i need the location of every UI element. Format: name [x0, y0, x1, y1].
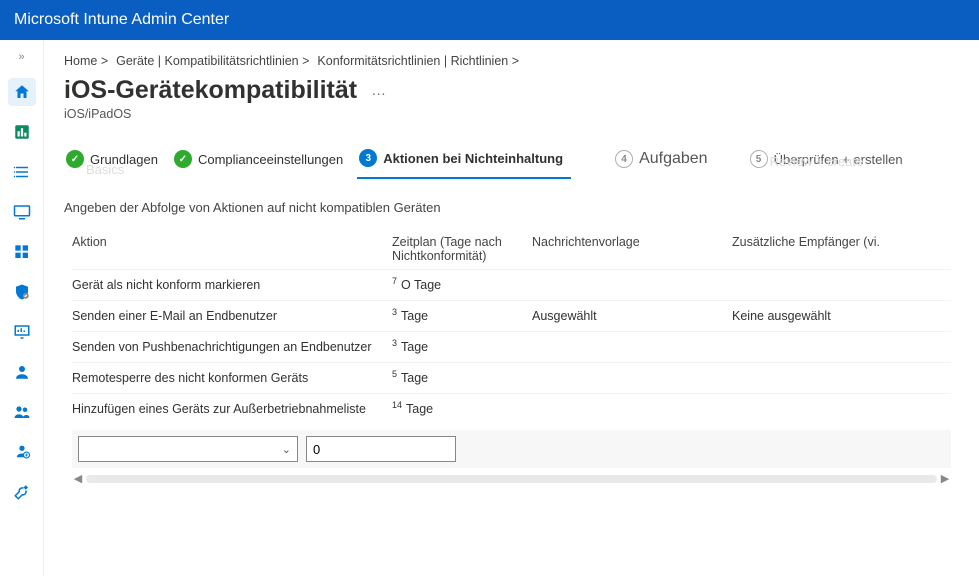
action-dropdown[interactable]: ⌄ — [78, 436, 298, 462]
wizard-step-assignments[interactable]: 4 Aufgaben — [613, 144, 716, 178]
nav-users-icon[interactable] — [8, 358, 36, 386]
section-description: Angeben der Abfolge von Aktionen auf nic… — [64, 200, 959, 215]
main-content: Home > Geräte | Kompatibilitätsrichtlini… — [44, 40, 979, 576]
cell-recipients: Keine ausgewählt — [732, 309, 951, 323]
cell-action: Hinzufügen eines Geräts zur Außerbetrieb… — [72, 402, 392, 416]
cell-sup: 3 — [392, 307, 397, 317]
breadcrumb-item[interactable]: Home > — [64, 54, 108, 68]
more-menu-icon[interactable]: … — [371, 82, 386, 99]
cell-sup: 7 — [392, 276, 397, 286]
wizard-steps: ✓ Grundlagen Basics ✓ Complianceeinstell… — [64, 143, 959, 180]
scroll-track[interactable] — [86, 475, 937, 483]
col-header-schedule: Zeitplan (Tage nach Nichtkonformität) — [392, 235, 532, 263]
collapse-chevron-icon[interactable]: » — [8, 48, 36, 66]
cell-action: Senden einer E-Mail an Endbenutzer — [72, 309, 392, 323]
scroll-left-icon[interactable]: ◀ — [72, 472, 84, 485]
chevron-down-icon: ⌄ — [282, 443, 291, 456]
table-row[interactable]: Hinzufügen eines Geräts zur Außerbetrieb… — [72, 393, 951, 424]
cell-days: Tage — [401, 371, 428, 385]
nav-tenant-admin-icon[interactable] — [8, 438, 36, 466]
nav-groups-icon[interactable] — [8, 398, 36, 426]
new-action-row: ⌄ — [72, 430, 951, 468]
table-row[interactable]: Gerät als nicht konform markieren 7 O Tag… — [72, 269, 951, 300]
cell-template: Ausgewählt — [532, 309, 732, 323]
wizard-step-actions[interactable]: 3 Aktionen bei Nichteinhaltung — [357, 143, 571, 179]
table-header-row: Aktion Zeitplan (Tage nach Nichtkonformi… — [72, 229, 951, 269]
cell-days: O Tage — [401, 278, 441, 292]
wizard-step-review[interactable]: 5 Überprüfen + erstellen Review + create — [748, 144, 911, 178]
breadcrumb: Home > Geräte | Kompatibilitätsrichtlini… — [64, 54, 959, 68]
cell-sup: 3 — [392, 338, 397, 348]
nav-security-icon[interactable] — [8, 278, 36, 306]
col-header-action: Aktion — [72, 235, 392, 263]
cell-days: Tage — [401, 309, 428, 323]
nav-dashboard-icon[interactable] — [8, 118, 36, 146]
check-icon: ✓ — [174, 150, 192, 168]
days-input[interactable] — [306, 436, 456, 462]
col-header-recipients: Zusätzliche Empfänger (vi. — [732, 235, 951, 263]
cell-action: Senden von Pushbenachrichtigungen an End… — [72, 340, 392, 354]
wizard-faint: Basics — [86, 162, 124, 177]
table-row[interactable]: Senden einer E-Mail an Endbenutzer 3 Tage… — [72, 300, 951, 331]
table-row[interactable]: Senden von Pushbenachrichtigungen an End… — [72, 331, 951, 362]
wizard-faint: Review + create — [770, 154, 864, 169]
shell: » — [0, 40, 979, 576]
scroll-right-icon[interactable]: ▶ — [939, 472, 951, 485]
nav-all-services-icon[interactable] — [8, 158, 36, 186]
cell-action: Gerät als nicht konform markieren — [72, 278, 392, 292]
wizard-label: Aufgaben — [639, 150, 708, 168]
breadcrumb-item[interactable]: Konformitätsrichtlinien | Richtlinien > — [317, 54, 519, 68]
cell-days: Tage — [401, 340, 428, 354]
horizontal-scrollbar[interactable]: ◀ ▶ — [72, 472, 951, 485]
wizard-label: Complianceeinstellungen — [198, 152, 343, 167]
wizard-step-basics[interactable]: ✓ Grundlagen Basics — [64, 144, 166, 178]
header-bar: Microsoft Intune Admin Center — [0, 0, 979, 40]
nav-reports-icon[interactable] — [8, 318, 36, 346]
step-number-badge: 4 — [615, 150, 633, 168]
cell-sup: 14 — [392, 400, 402, 410]
side-nav: » — [0, 40, 44, 576]
breadcrumb-item[interactable]: Geräte | Kompatibilitätsrichtlinien > — [116, 54, 309, 68]
wizard-step-compliance[interactable]: ✓ Complianceeinstellungen — [172, 144, 351, 178]
step-number-badge: 3 — [359, 149, 377, 167]
actions-table: Aktion Zeitplan (Tage nach Nichtkonformi… — [64, 229, 959, 485]
nav-apps-icon[interactable] — [8, 238, 36, 266]
cell-action: Remotesperre des nicht konformen Geräts — [72, 371, 392, 385]
page-title-row: iOS-Gerätekompatibilität … — [64, 76, 959, 105]
header-title: Microsoft Intune Admin Center — [14, 11, 229, 29]
step-number-badge: 5 — [750, 150, 768, 168]
check-icon: ✓ — [66, 150, 84, 168]
table-row[interactable]: Remotesperre des nicht konformen Geräts … — [72, 362, 951, 393]
nav-troubleshoot-icon[interactable] — [8, 478, 36, 506]
page-subtitle: iOS/iPadOS — [64, 107, 959, 121]
page-title: iOS-Gerätekompatibilität — [64, 76, 357, 105]
cell-sup: 5 — [392, 369, 397, 379]
wizard-label: Aktionen bei Nichteinhaltung — [383, 151, 563, 166]
nav-home-icon[interactable] — [8, 78, 36, 106]
col-header-template: Nachrichtenvorlage — [532, 235, 732, 263]
nav-devices-icon[interactable] — [8, 198, 36, 226]
cell-days: Tage — [406, 402, 433, 416]
